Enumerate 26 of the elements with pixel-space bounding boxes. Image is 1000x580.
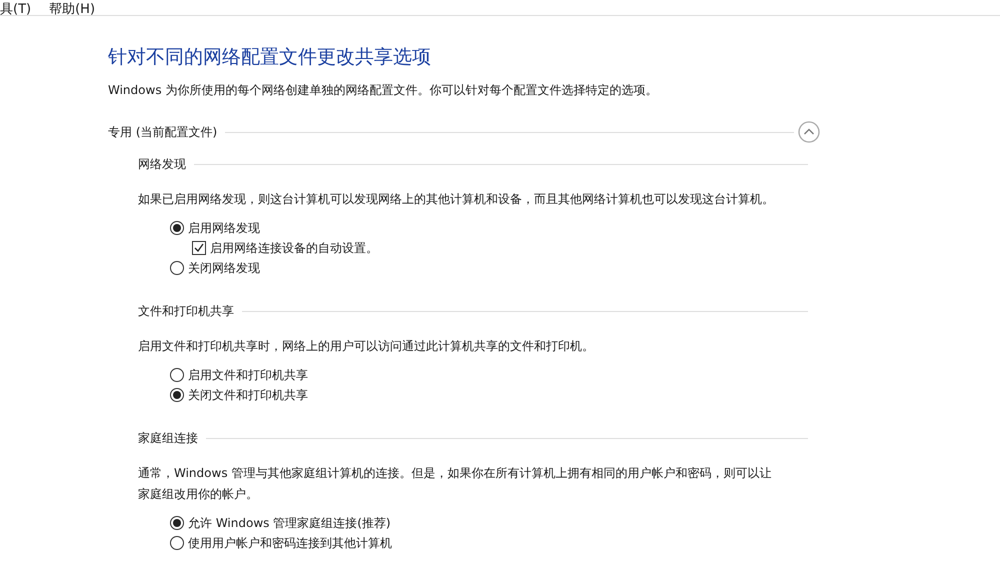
radio-button[interactable] bbox=[170, 536, 184, 550]
description-text: Windows 为你所使用的每个网络创建单独的网络配置文件。你可以针对每个配置文件选择特定的选项。 bbox=[108, 83, 658, 97]
menu-item[interactable]: 帮助(H) bbox=[49, 3, 96, 15]
option-label[interactable]: 启用网络发现 bbox=[188, 219, 260, 237]
section-description: 通常，Windows 管理与其他家庭组计算机的连接。但是，如果你在所有计算机上拥有相同的用户帐户和密码，则可以让家庭组改用你的帐户。 bbox=[137, 465, 772, 503]
radio-button[interactable] bbox=[170, 516, 184, 530]
section-heading: 网络发现 bbox=[138, 156, 186, 173]
option-label[interactable]: 使用用户帐户和密码连接到其他计算机 bbox=[188, 534, 392, 552]
option-label[interactable]: 启用网络连接设备的自动设置。 bbox=[210, 239, 378, 257]
menu-item[interactable]: 具(T) bbox=[0, 3, 32, 15]
section-description: 如果已启用网络发现，则这台计算机可以发现网络上的其他计算机和设备，而且其他网络计算机也可以发现这台计算机。 bbox=[137, 191, 775, 208]
option-label[interactable]: 关闭网络发现 bbox=[188, 259, 260, 277]
section-description: 启用文件和打印机共享时，网络上的用户可以访问通过此计算机共享的文件和打印机。 bbox=[137, 338, 595, 355]
radio-button[interactable] bbox=[170, 221, 184, 235]
collapse-icon[interactable] bbox=[798, 121, 820, 143]
section-heading: 家庭组连接 bbox=[138, 430, 198, 447]
option-label[interactable]: 允许 Windows 管理家庭组连接(推荐) bbox=[188, 514, 391, 532]
checkbox[interactable] bbox=[192, 241, 206, 255]
profile-label: 专用 (当前配置文件) bbox=[108, 124, 218, 141]
radio-button[interactable] bbox=[170, 368, 184, 382]
page-title: 针对不同的网络配置文件更改共享选项 bbox=[108, 45, 432, 69]
section-heading: 文件和打印机共享 bbox=[138, 303, 234, 320]
option-label[interactable]: 关闭文件和打印机共享 bbox=[188, 386, 308, 404]
radio-button[interactable] bbox=[170, 261, 184, 275]
option-label[interactable]: 启用文件和打印机共享 bbox=[188, 366, 308, 384]
radio-button[interactable] bbox=[170, 388, 184, 402]
